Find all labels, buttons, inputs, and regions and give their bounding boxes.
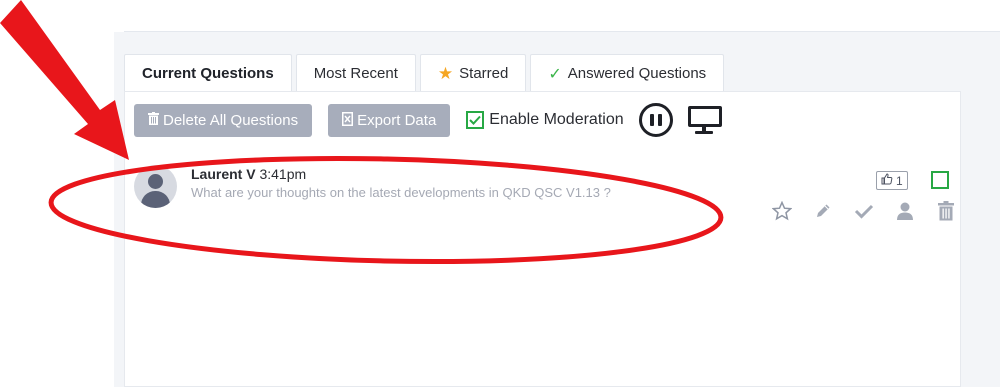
tab-answered-questions[interactable]: ✓ Answered Questions bbox=[530, 54, 725, 92]
star-icon[interactable] bbox=[770, 199, 794, 223]
tab-starred[interactable]: ★ Starred bbox=[419, 54, 527, 92]
user-icon-body bbox=[141, 191, 170, 208]
question-time: 3:41pm bbox=[259, 166, 307, 182]
question-actions bbox=[770, 199, 958, 223]
enable-moderation-toggle[interactable]: Enable Moderation bbox=[466, 111, 624, 129]
star-icon: ★ bbox=[437, 63, 454, 83]
toolbar: Delete All Questions Export Data Enable … bbox=[134, 102, 723, 138]
pencil-icon[interactable] bbox=[811, 199, 835, 223]
moderation-label: Enable Moderation bbox=[489, 111, 624, 128]
export-data-label: Export Data bbox=[357, 111, 437, 129]
delete-all-questions-button[interactable]: Delete All Questions bbox=[134, 103, 313, 137]
thumbs-up-icon bbox=[881, 173, 893, 188]
user-icon[interactable] bbox=[893, 199, 917, 223]
export-file-icon bbox=[342, 111, 354, 129]
question-tabs: Current Questions Most Recent ★ Starred … bbox=[124, 54, 728, 92]
user-icon bbox=[148, 174, 163, 189]
select-question-checkbox[interactable] bbox=[931, 171, 949, 189]
like-count: 1 bbox=[896, 173, 903, 188]
tab-label: Most Recent bbox=[313, 65, 398, 82]
tab-label: Starred bbox=[459, 65, 509, 82]
tab-label: Current Questions bbox=[142, 65, 274, 82]
question-text: What are your thoughts on the latest dev… bbox=[191, 185, 611, 200]
check-icon: ✓ bbox=[548, 65, 562, 83]
pause-icon bbox=[649, 114, 654, 126]
tab-label: Answered Questions bbox=[567, 65, 707, 82]
like-button[interactable]: 1 bbox=[876, 171, 908, 190]
monitor-base bbox=[694, 131, 713, 134]
question-author-line: Laurent V 3:41pm bbox=[191, 166, 306, 182]
tab-most-recent[interactable]: Most Recent bbox=[295, 54, 416, 92]
avatar bbox=[134, 165, 177, 208]
tab-current-questions[interactable]: Current Questions bbox=[124, 54, 292, 92]
checkmark-icon[interactable] bbox=[852, 199, 876, 223]
pause-button[interactable] bbox=[638, 103, 673, 137]
author-name: Laurent V bbox=[191, 166, 256, 182]
trash-icon bbox=[148, 112, 159, 128]
delete-all-label: Delete All Questions bbox=[163, 111, 299, 129]
monitor-screen bbox=[687, 106, 722, 127]
top-card bbox=[124, 0, 1000, 32]
question-item: Laurent V 3:41pm What are your thoughts … bbox=[134, 163, 954, 223]
trash-icon[interactable] bbox=[934, 199, 958, 223]
monitor-icon[interactable] bbox=[687, 103, 723, 137]
pause-icon-bar bbox=[657, 114, 662, 126]
annotation-arrow bbox=[0, 0, 129, 160]
moderation-checkbox[interactable] bbox=[466, 111, 485, 129]
export-data-button[interactable]: Export Data bbox=[328, 103, 451, 137]
